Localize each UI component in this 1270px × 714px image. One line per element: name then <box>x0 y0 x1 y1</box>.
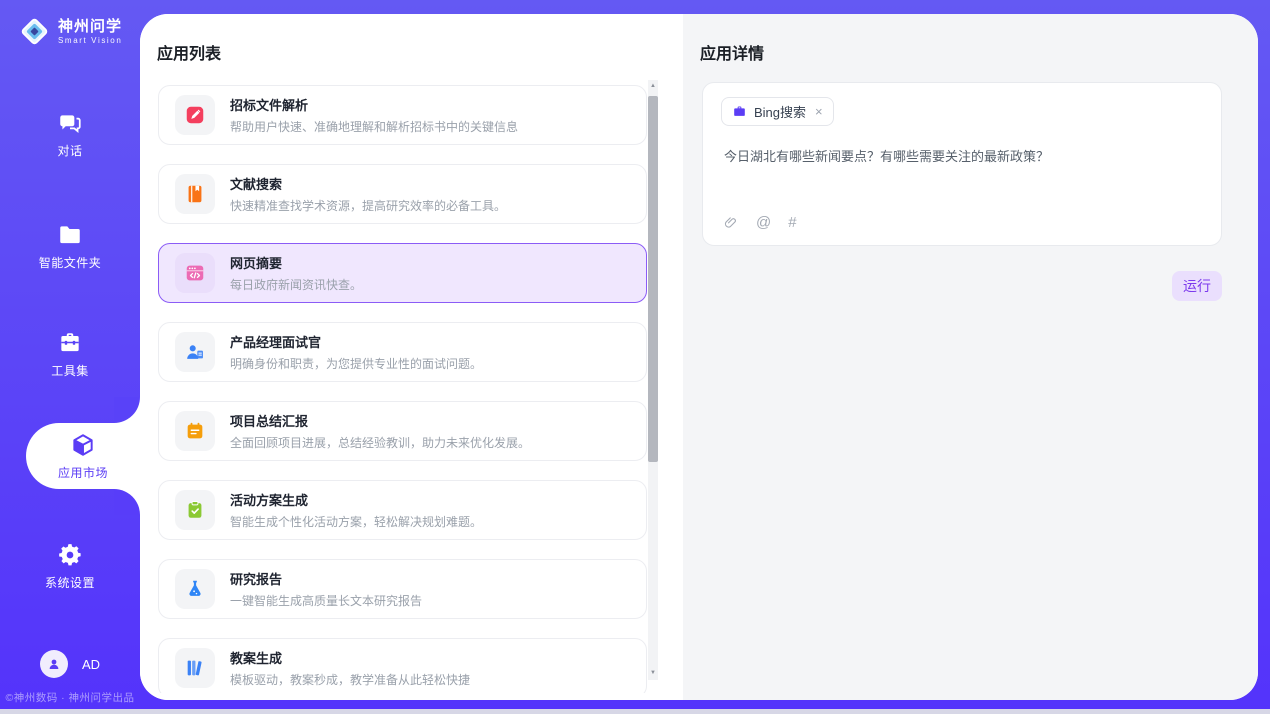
app-icon-box <box>175 490 215 530</box>
sidebar: 神州问学 Smart Vision 对话 智能文件夹 <box>0 0 140 714</box>
edit-square-icon <box>184 104 206 126</box>
app-name: 研究报告 <box>230 569 422 588</box>
sidebar-nav: 对话 智能文件夹 工具集 应用市场 <box>0 96 140 714</box>
app-icon-box <box>175 95 215 135</box>
sidebar-item-label: 应用市场 <box>58 464 108 481</box>
app-card-pm-interviewer[interactable]: 产品经理面试官 明确身份和职责，为您提供专业性的面试问题。 <box>158 322 647 382</box>
calendar-note-icon <box>184 420 206 442</box>
toolbox-icon <box>57 330 83 356</box>
book-icon <box>184 183 206 205</box>
brand-diamond-icon <box>18 15 51 48</box>
sidebar-item-label: 智能文件夹 <box>39 254 102 271</box>
app-description: 智能生成个性化活动方案，轻松解决规划难题。 <box>230 513 482 530</box>
mention-icon[interactable]: @ <box>756 214 771 231</box>
books-icon <box>184 657 206 679</box>
app-description: 全面回顾项目进展，总结经验教训，助力未来优化发展。 <box>230 434 530 451</box>
app-description: 一键智能生成高质量长文本研究报告 <box>230 592 422 609</box>
sidebar-item-settings[interactable]: 系统设置 <box>0 540 140 592</box>
app-detail-panel: 应用详情 Bing搜索 × 今日湖北有哪些新闻要点？有哪些需要关注的最新政策？ … <box>683 14 1258 700</box>
scroll-down-icon[interactable]: ▼ <box>648 667 658 680</box>
app-description: 每日政府新闻资讯快查。 <box>230 276 362 293</box>
interviewer-icon <box>184 341 206 363</box>
app-name: 网页摘要 <box>230 253 362 272</box>
app-description: 明确身份和职责，为您提供专业性的面试问题。 <box>230 355 482 372</box>
app-card-research-report[interactable]: 研究报告 一键智能生成高质量长文本研究报告 <box>158 559 647 619</box>
app-list: 招标文件解析 帮助用户快速、准确地理解和解析招标书中的关键信息 文献搜索 快速精… <box>158 85 647 693</box>
app-card-literature-search[interactable]: 文献搜索 快速精准查找学术资源，提高研究效率的必备工具。 <box>158 164 647 224</box>
app-card-web-summary[interactable]: 网页摘要 每日政府新闻资讯快查。 <box>158 243 647 303</box>
app-description: 帮助用户快速、准确地理解和解析招标书中的关键信息 <box>230 118 518 135</box>
app-list-title: 应用列表 <box>157 40 221 64</box>
app-icon-box <box>175 174 215 214</box>
list-scrollbar[interactable]: ▲ ▼ <box>648 80 658 680</box>
attachment-icon[interactable] <box>723 215 739 231</box>
clipboard-check-icon <box>184 499 206 521</box>
brand-name: 神州问学 <box>58 18 122 36</box>
app-icon-box <box>175 253 215 293</box>
app-name: 项目总结汇报 <box>230 411 530 430</box>
sidebar-item-label: 系统设置 <box>45 574 95 591</box>
app-name: 活动方案生成 <box>230 490 482 509</box>
user-account[interactable]: AD <box>0 650 140 678</box>
bubble-curve-top <box>114 397 140 423</box>
app-name: 招标文件解析 <box>230 95 518 114</box>
prompt-card: Bing搜索 × 今日湖北有哪些新闻要点？有哪些需要关注的最新政策？ @ # <box>702 82 1222 246</box>
window-bottom-edge <box>0 709 1270 714</box>
gear-icon <box>57 542 83 568</box>
person-icon <box>46 656 62 672</box>
sidebar-item-label: 对话 <box>57 142 82 159</box>
app-description: 模板驱动，教案秒成，教学准备从此轻松快捷 <box>230 671 470 688</box>
app-icon-box <box>175 569 215 609</box>
cube-icon <box>70 432 96 458</box>
run-button[interactable]: 运行 <box>1172 271 1222 301</box>
input-toolbar: @ # <box>723 214 797 231</box>
app-description: 快速精准查找学术资源，提高研究效率的必备工具。 <box>230 197 506 214</box>
app-detail-title: 应用详情 <box>700 40 764 64</box>
bubble-curve-bottom <box>114 489 140 515</box>
app-icon-box <box>175 411 215 451</box>
close-icon[interactable]: × <box>815 104 823 119</box>
tool-tag-bing-search[interactable]: Bing搜索 × <box>721 97 834 126</box>
hash-icon[interactable]: # <box>788 214 796 231</box>
user-name: AD <box>82 657 100 672</box>
copyright-text: ©神州数码 · 神州问学出品 <box>0 690 140 705</box>
tool-tag-label: Bing搜索 <box>754 102 806 121</box>
sidebar-item-label: 工具集 <box>51 362 89 379</box>
app-icon-box <box>175 332 215 372</box>
sidebar-item-chat[interactable]: 对话 <box>0 108 140 160</box>
main-panel: 应用列表 招标文件解析 帮助用户快速、准确地理解和解析招标书中的关键信息 <box>140 14 1258 700</box>
sidebar-item-toolkit[interactable]: 工具集 <box>0 328 140 380</box>
brand-subtitle: Smart Vision <box>58 36 122 45</box>
sidebar-item-app-market[interactable]: 应用市场 <box>26 423 140 489</box>
browser-code-icon <box>184 262 206 284</box>
app-card-event-plan[interactable]: 活动方案生成 智能生成个性化活动方案，轻松解决规划难题。 <box>158 480 647 540</box>
query-input[interactable]: 今日湖北有哪些新闻要点？有哪些需要关注的最新政策？ <box>724 147 1201 167</box>
app-card-bid-analysis[interactable]: 招标文件解析 帮助用户快速、准确地理解和解析招标书中的关键信息 <box>158 85 647 145</box>
app-name: 文献搜索 <box>230 174 506 193</box>
briefcase-icon <box>732 104 747 119</box>
research-icon <box>184 578 206 600</box>
avatar <box>40 650 68 678</box>
app-card-project-summary[interactable]: 项目总结汇报 全面回顾项目进展，总结经验教训，助力未来优化发展。 <box>158 401 647 461</box>
app-window: 神州问学 Smart Vision 对话 智能文件夹 <box>0 0 1270 714</box>
app-logo: 神州问学 Smart Vision <box>18 15 122 48</box>
app-name: 产品经理面试官 <box>230 332 482 351</box>
folder-icon <box>57 222 83 248</box>
app-card-lesson-plan[interactable]: 教案生成 模板驱动，教案秒成，教学准备从此轻松快捷 <box>158 638 647 693</box>
scrollbar-thumb[interactable] <box>648 96 658 462</box>
sidebar-item-smart-folders[interactable]: 智能文件夹 <box>0 220 140 272</box>
scroll-up-icon[interactable]: ▲ <box>648 80 658 93</box>
chat-icon <box>57 110 83 136</box>
app-list-panel: 应用列表 招标文件解析 帮助用户快速、准确地理解和解析招标书中的关键信息 <box>140 14 683 700</box>
app-name: 教案生成 <box>230 648 470 667</box>
app-icon-box <box>175 648 215 688</box>
